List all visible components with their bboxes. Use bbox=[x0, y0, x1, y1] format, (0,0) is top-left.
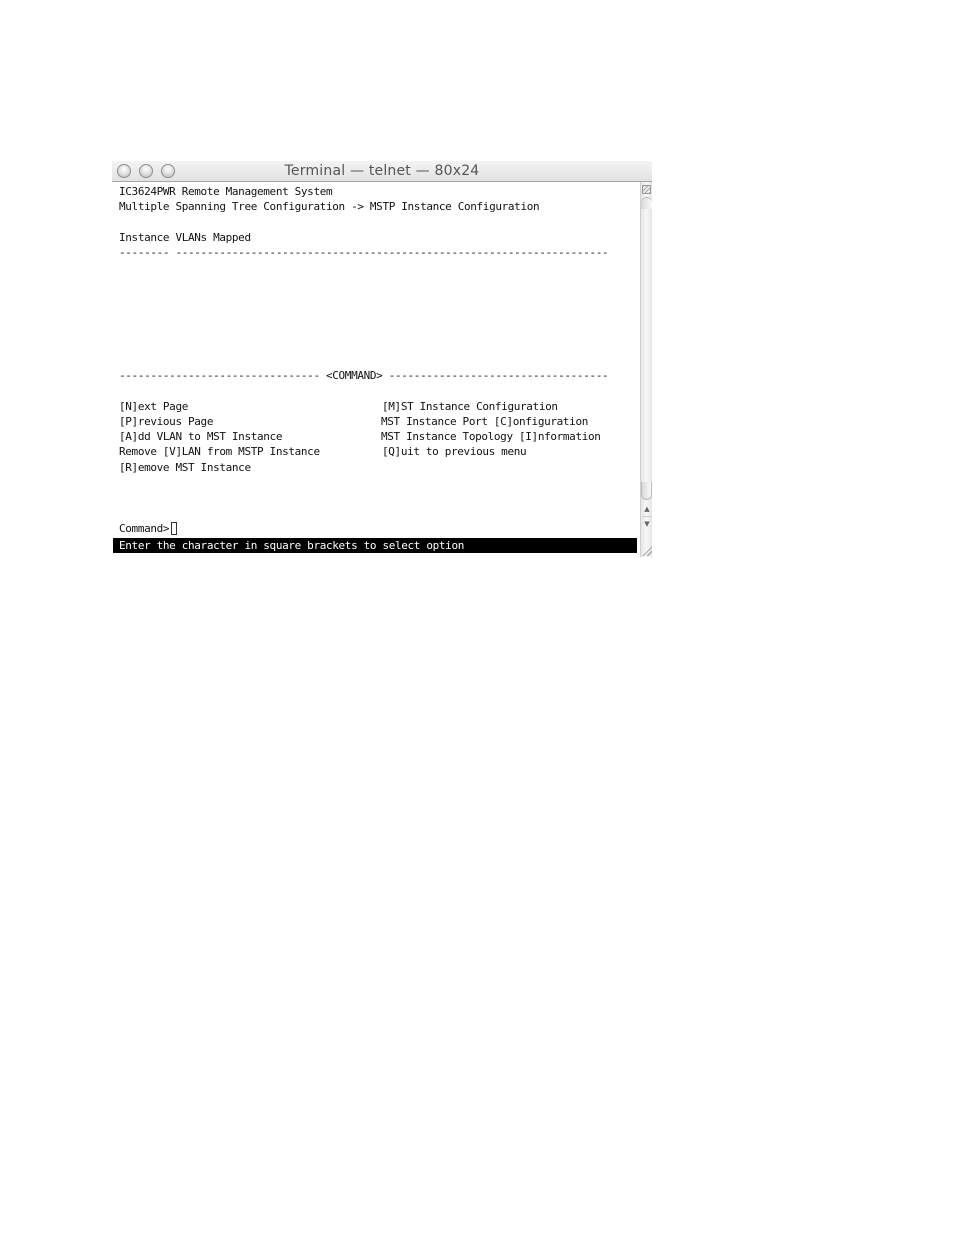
header-breadcrumb: Multiple Spanning Tree Configuration -> … bbox=[119, 200, 540, 213]
menu-item-topology-info[interactable]: MST Instance Topology [I]nformation bbox=[381, 430, 601, 444]
window-title: Terminal — telnet — 80x24 bbox=[284, 163, 480, 179]
table-rule: -------- -------------------------------… bbox=[119, 246, 609, 259]
table-header: Instance VLANs Mapped bbox=[119, 231, 251, 244]
status-bar: Enter the character in square brackets t… bbox=[113, 538, 637, 553]
text-cursor bbox=[171, 522, 178, 535]
menu-item-remove-mst-instance[interactable]: [R]emove MST Instance bbox=[119, 461, 251, 475]
menu-item-remove-vlan[interactable]: Remove [V]LAN from MSTP Instance bbox=[119, 445, 320, 459]
menu-item-add-vlan[interactable]: [A]dd VLAN to MST Instance bbox=[119, 430, 282, 444]
scroll-thumb[interactable] bbox=[641, 482, 652, 500]
title-bar[interactable]: Terminal — telnet — 80x24 bbox=[112, 161, 652, 182]
terminal-screen[interactable]: IC3624PWR Remote Management System Multi… bbox=[112, 182, 638, 557]
command-prompt: Command> bbox=[119, 522, 170, 535]
terminal-window: Terminal — telnet — 80x24 IC3624PWR Remo… bbox=[112, 161, 652, 557]
menu-item-port-config[interactable]: MST Instance Port [C]onfiguration bbox=[381, 415, 588, 429]
scroll-up-arrow-icon[interactable]: ▲ bbox=[642, 502, 652, 517]
menu-item-previous-page[interactable]: [P]revious Page bbox=[119, 415, 213, 429]
vertical-scrollbar[interactable]: ▲ ▼ bbox=[640, 182, 652, 557]
scroll-down-arrow-icon[interactable]: ▼ bbox=[642, 517, 652, 531]
menu-item-mst-instance-config[interactable]: [M]ST Instance Configuration bbox=[382, 400, 558, 414]
split-pane-icon[interactable] bbox=[642, 185, 651, 194]
header-system-name: IC3624PWR Remote Management System bbox=[119, 185, 333, 198]
menu-item-next-page[interactable]: [N]ext Page bbox=[119, 400, 188, 414]
status-bar-text: Enter the character in square brackets t… bbox=[119, 539, 464, 552]
menu-item-quit[interactable]: [Q]uit to previous menu bbox=[382, 445, 527, 459]
command-divider: -------------------------------- <COMMAN… bbox=[119, 369, 609, 382]
command-prompt-line[interactable]: Command> bbox=[119, 522, 178, 536]
resize-grip-icon[interactable] bbox=[642, 544, 652, 556]
scroll-track-top bbox=[641, 197, 652, 209]
